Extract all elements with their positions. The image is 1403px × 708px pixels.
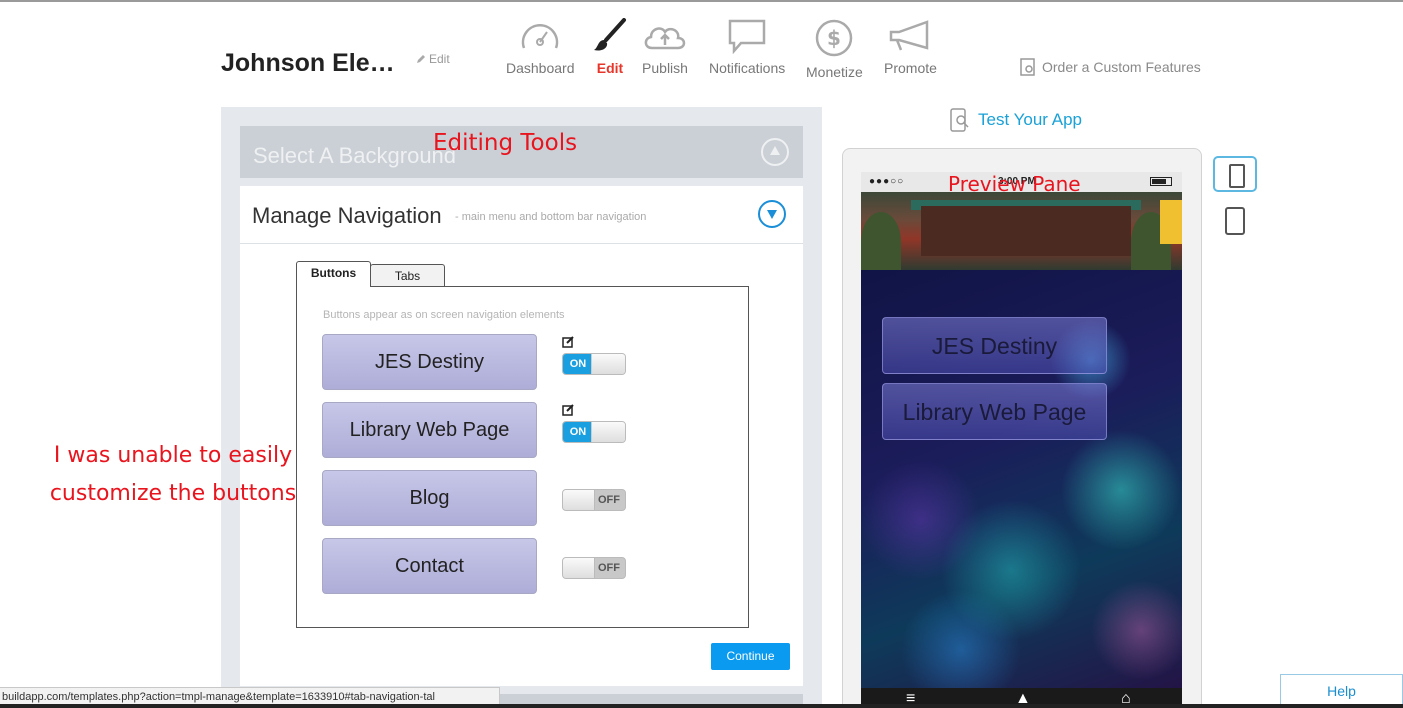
toggle-jes-destiny[interactable]: ON bbox=[562, 353, 626, 375]
order-custom-features-label: Order a Custom Features bbox=[1042, 59, 1201, 75]
gauge-icon bbox=[522, 24, 559, 49]
phone-search-icon bbox=[950, 108, 969, 132]
speech-bubble-icon bbox=[728, 19, 766, 54]
dollar-icon: $ bbox=[816, 19, 853, 57]
megaphone-icon bbox=[890, 20, 929, 51]
toggle-contact[interactable]: OFF bbox=[562, 557, 626, 579]
buttons-hint: Buttons appear as on screen navigation e… bbox=[323, 309, 565, 321]
annotation-note-line2: customize the buttons bbox=[49, 481, 297, 506]
taskbar-edge bbox=[0, 704, 1403, 708]
expand-icon[interactable] bbox=[758, 200, 786, 228]
preview-screen: ●●●○○ 3:00 PM JES Destiny Library Web Pa… bbox=[861, 172, 1182, 708]
tablet-device-icon[interactable] bbox=[1225, 207, 1245, 235]
nav-button-library-web-page[interactable]: Library Web Page bbox=[322, 402, 537, 458]
toggle-blog[interactable]: OFF bbox=[562, 489, 626, 511]
nav-button-contact[interactable]: Contact bbox=[322, 538, 537, 594]
nav-notifications[interactable]: Notifications bbox=[709, 18, 785, 76]
svg-text:$: $ bbox=[827, 26, 841, 50]
manage-navigation-subtitle: - main menu and bottom bar navigation bbox=[455, 211, 647, 223]
nav-publish-label: Publish bbox=[642, 60, 688, 76]
preview-button-library-web-page[interactable]: Library Web Page bbox=[882, 383, 1107, 440]
nav-monetize[interactable]: $ Monetize bbox=[806, 18, 863, 80]
order-custom-features-link[interactable]: Order a Custom Features bbox=[1020, 58, 1201, 76]
cloud-upload-icon bbox=[644, 27, 686, 50]
annotation-editing-tools: Editing Tools bbox=[433, 130, 578, 156]
manage-navigation-title: Manage Navigation bbox=[252, 203, 442, 228]
toggle-state: OFF bbox=[598, 494, 620, 506]
nav-button-blog[interactable]: Blog bbox=[322, 470, 537, 526]
nav-promote[interactable]: Promote bbox=[884, 18, 937, 76]
battery-icon bbox=[1150, 177, 1172, 186]
manage-navigation-header[interactable]: Manage Navigation - main menu and bottom… bbox=[240, 186, 803, 244]
phone-device-button[interactable] bbox=[1213, 156, 1257, 192]
app-title: Johnson Ele… bbox=[221, 49, 395, 77]
nav-dashboard[interactable]: Dashboard bbox=[506, 18, 575, 76]
annotation-note: I was unable to easily customize the but… bbox=[38, 437, 308, 513]
brush-icon bbox=[594, 18, 626, 51]
toggle-library-web-page[interactable]: ON bbox=[562, 421, 626, 443]
signal-indicator: ●●●○○ bbox=[869, 176, 905, 187]
test-your-app-link[interactable]: Test Your App bbox=[950, 108, 1082, 132]
title-edit-label: Edit bbox=[429, 52, 450, 66]
tab-buttons[interactable]: Buttons bbox=[296, 261, 371, 287]
nav-edit-label: Edit bbox=[596, 60, 624, 76]
nav-dashboard-label: Dashboard bbox=[506, 60, 575, 76]
edit-icon[interactable] bbox=[562, 404, 574, 416]
annotation-preview-pane: Preview Pane bbox=[948, 172, 1081, 196]
document-gear-icon bbox=[1020, 58, 1035, 76]
nav-button-jes-destiny[interactable]: JES Destiny bbox=[322, 334, 537, 390]
nav-monetize-label: Monetize bbox=[806, 64, 863, 80]
toggle-state: ON bbox=[563, 354, 593, 374]
test-your-app-label: Test Your App bbox=[978, 110, 1082, 129]
edit-icon[interactable] bbox=[562, 336, 574, 348]
nav-notifications-label: Notifications bbox=[709, 60, 786, 76]
nav-publish[interactable]: Publish bbox=[642, 18, 688, 76]
nav-edit[interactable]: Edit bbox=[592, 18, 628, 76]
annotation-note-line1: I was unable to easily bbox=[53, 443, 293, 468]
title-edit-link[interactable]: Edit bbox=[416, 52, 450, 66]
help-button[interactable]: Help bbox=[1280, 674, 1403, 708]
continue-button[interactable]: Continue bbox=[711, 643, 790, 670]
nav-promote-label: Promote bbox=[884, 60, 937, 76]
preview-button-jes-destiny[interactable]: JES Destiny bbox=[882, 317, 1107, 374]
pencil-icon bbox=[417, 55, 425, 63]
toggle-state: OFF bbox=[598, 562, 620, 574]
toggle-state: ON bbox=[563, 422, 593, 442]
top-border bbox=[0, 0, 1403, 2]
collapse-icon[interactable] bbox=[761, 138, 789, 166]
header-photo bbox=[861, 192, 1182, 270]
tab-tabs[interactable]: Tabs bbox=[370, 264, 445, 288]
select-background-label: Select A Background bbox=[253, 143, 457, 168]
